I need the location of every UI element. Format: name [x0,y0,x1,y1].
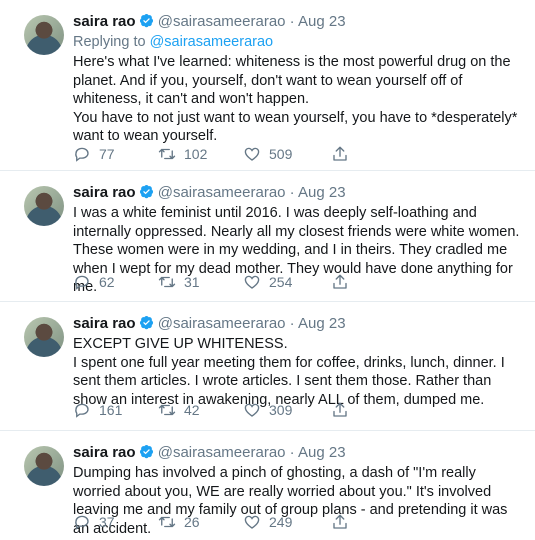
retweet-button[interactable]: 102 [158,145,207,163]
like-count: 249 [269,514,293,530]
like-button[interactable]: 309 [243,401,292,419]
like-button[interactable]: 509 [243,145,292,163]
separator: · [289,13,295,30]
reply-button[interactable]: 161 [73,401,122,419]
verified-badge-icon [139,184,153,199]
reply-icon [75,403,89,418]
tweet-text-line: I was a white feminist until 2016. I was… [73,205,520,295]
timestamp[interactable]: Aug 23 [298,315,346,332]
avatar[interactable] [24,317,64,357]
tweet-text: EXCEPT GIVE UP WHITENESS. I spent one fu… [73,335,521,409]
retweet-button[interactable]: 26 [158,513,200,531]
tweet-text-line: Dumping has involved a pinch of ghosting… [73,465,508,537]
share-icon [333,514,347,529]
tweet[interactable]: saira rao @sairasameerarao · Aug 23 EXCE… [0,301,535,430]
timestamp[interactable]: Aug 23 [298,184,346,201]
tweet-text-line: Here's what I've learned: whiteness is t… [73,54,511,107]
separator: · [289,184,295,201]
tweet[interactable]: saira rao @sairasameerarao · Aug 23 Repl… [0,0,535,170]
avatar[interactable] [24,186,64,226]
tweet-text: I was a white feminist until 2016. I was… [73,204,521,297]
tweet-text-line: I spent one full year meeting them for c… [73,354,505,408]
retweet-icon [158,148,176,160]
verified-badge-icon [139,13,153,28]
like-count: 254 [269,274,293,290]
like-count: 509 [269,146,293,162]
retweet-button[interactable]: 42 [158,401,200,419]
reply-count: 37 [99,514,115,530]
share-icon [333,146,347,161]
like-button[interactable]: 254 [243,273,292,291]
avatar[interactable] [24,446,64,486]
reply-count: 161 [99,402,123,418]
share-button[interactable] [331,513,349,531]
author-name[interactable]: saira rao [73,184,136,201]
retweet-count: 26 [184,514,200,530]
reply-count: 62 [99,274,115,290]
reply-button[interactable]: 37 [73,513,115,531]
reply-icon [75,515,89,530]
retweet-button[interactable]: 31 [158,273,200,291]
share-button[interactable] [331,145,349,163]
tweet-text-line: You have to not just want to wean yourse… [73,109,518,145]
separator: · [289,315,295,332]
like-count: 309 [269,402,293,418]
author-handle[interactable]: @sairasameerarao [158,444,286,461]
replying-to: Replying to @sairasameerarao [73,33,521,52]
verified-badge-icon [139,315,153,330]
heart-icon [244,403,260,417]
replying-to-label: Replying to [73,34,146,50]
retweet-count: 102 [184,146,208,162]
tweet[interactable]: saira rao @sairasameerarao · Aug 23 Dump… [0,430,535,540]
reply-icon [75,147,89,162]
reply-button[interactable]: 77 [73,145,115,163]
author-handle[interactable]: @sairasameerarao [158,184,286,201]
retweet-icon [158,276,176,288]
heart-icon [244,147,260,161]
share-icon [333,402,347,417]
retweet-icon [158,404,176,416]
author-handle[interactable]: @sairasameerarao [158,315,286,332]
author-name[interactable]: saira rao [73,444,136,461]
tweet-text-line: EXCEPT GIVE UP WHITENESS. [73,336,288,352]
verified-badge-icon [139,444,153,459]
share-button[interactable] [331,401,349,419]
separator: · [289,444,295,461]
author-name[interactable]: saira rao [73,13,136,30]
retweet-icon [158,516,176,528]
share-icon [333,274,347,289]
tweet[interactable]: saira rao @sairasameerarao · Aug 23 I wa… [0,170,535,301]
replying-to-handle[interactable]: @sairasameerarao [150,34,274,50]
avatar[interactable] [24,15,64,55]
heart-icon [244,275,260,289]
reply-count: 77 [99,146,115,162]
author-name[interactable]: saira rao [73,315,136,332]
heart-icon [244,515,260,529]
timestamp[interactable]: Aug 23 [298,444,346,461]
tweet-text: Here's what I've learned: whiteness is t… [73,53,521,146]
retweet-count: 31 [184,274,200,290]
share-button[interactable] [331,273,349,291]
like-button[interactable]: 249 [243,513,292,531]
reply-button[interactable]: 62 [73,273,115,291]
timestamp[interactable]: Aug 23 [298,13,346,30]
tweet-thread: saira rao @sairasameerarao · Aug 23 Repl… [0,0,535,540]
reply-icon [75,275,89,290]
retweet-count: 42 [184,402,200,418]
tweet-text: Dumping has involved a pinch of ghosting… [73,464,521,538]
author-handle[interactable]: @sairasameerarao [158,13,286,30]
